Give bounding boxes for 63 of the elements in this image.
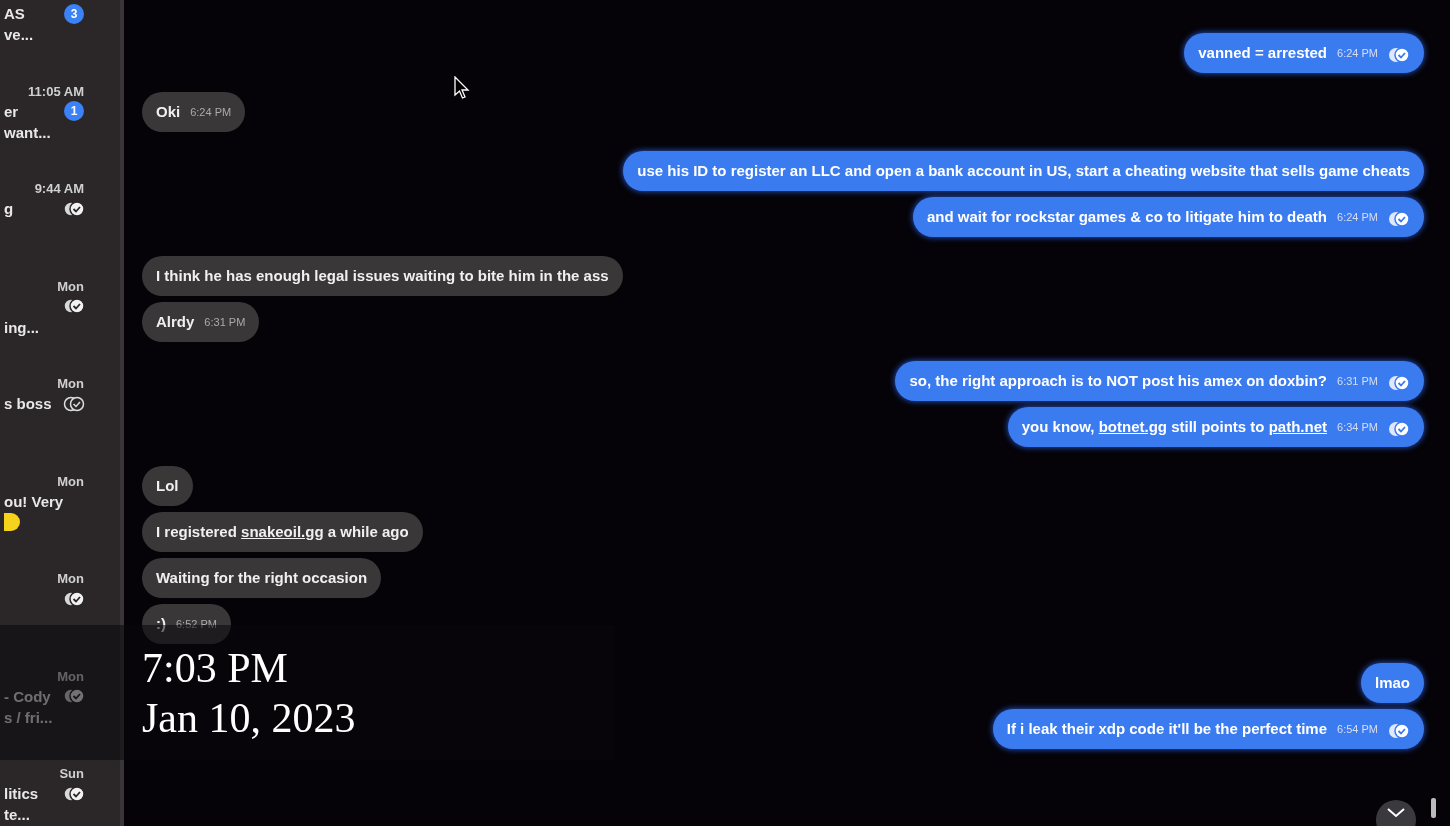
message-preview: s boss: [4, 395, 52, 412]
conversation-time: 9:44 AM: [34, 181, 84, 196]
conversation-item[interactable]: Mon ou! Very: [0, 463, 120, 561]
conversation-item[interactable]: Sun litics te...: [0, 756, 120, 826]
message-text: lmao: [1375, 674, 1410, 691]
unread-badge: 1: [64, 101, 84, 121]
message-time: 6:24 PM: [190, 105, 232, 120]
conversation-item[interactable]: 9:44 AM g: [0, 171, 120, 269]
conversation-time: Mon: [57, 571, 84, 586]
conversation-item[interactable]: Mon - Cody s / fri...: [0, 658, 120, 756]
message-preview: AS: [4, 5, 25, 22]
message-text: and wait for rockstar games & co to litigate him to death: [926, 208, 1328, 225]
message-preview: er: [4, 102, 19, 120]
conversation-time: 11:05 AM: [28, 83, 84, 99]
message-preview: ing...: [4, 318, 39, 336]
message-time: 6:52 PM: [176, 617, 217, 632]
message-text: I think he has enough legal issues waiting to bite him in the ass: [156, 267, 609, 284]
message-text: Waiting for the right occasion: [156, 569, 368, 586]
conversation-item[interactable]: Mon: [0, 561, 120, 659]
conversation-time: Sun: [59, 766, 84, 781]
message-link[interactable]: botnet.gg: [1098, 418, 1167, 435]
mouse-pointer-icon: [454, 76, 470, 100]
message-text: Oki: [156, 103, 181, 120]
message-text: so, the right approach is to NOT post his amex on doxbin?: [909, 372, 1328, 389]
conversation-item[interactable]: AS 3 ve...: [0, 0, 120, 74]
message-time: 6:54 PM: [1337, 722, 1378, 737]
message-text: :): [156, 615, 166, 632]
message-preview: ou! Very: [4, 492, 64, 510]
message-preview: te...: [4, 806, 30, 823]
message-preview: litics: [4, 785, 39, 802]
overlay-time: 7:03 PM: [142, 643, 289, 693]
message-text: Alrdy: [156, 313, 195, 330]
conversation-item[interactable]: 11:05 AM er 1 want...: [0, 73, 120, 171]
message-preview: s / fri...: [4, 708, 53, 726]
overlay-date: Jan 10, 2023: [142, 693, 357, 743]
message-time: 6:31 PM: [1337, 374, 1378, 389]
conversation-time: Mon: [57, 376, 84, 391]
message-text: I registered: [156, 523, 238, 540]
conversation-time: Mon: [57, 278, 84, 294]
conversation-item[interactable]: Mon s boss: [0, 366, 120, 464]
message-text: still points to: [1170, 418, 1266, 435]
message-text: use his ID to register an LLC and open a bank account in US, start a cheating website that sells game cheats: [637, 162, 1410, 179]
message-link[interactable]: path.net: [1268, 418, 1328, 435]
conversation-time: Mon: [57, 473, 84, 489]
message-text: you know,: [1021, 418, 1096, 435]
message-preview: want...: [4, 123, 51, 141]
message-preview: - Cody: [4, 687, 51, 705]
unread-badge: 3: [64, 3, 84, 24]
message-text: vanned = arrested: [1198, 44, 1328, 61]
message-text: Lol: [156, 477, 179, 494]
message-preview: ve...: [4, 26, 34, 43]
message-time: 6:24 PM: [1337, 210, 1378, 225]
message-text: If i leak their xdp code it'll be the perfect time: [1006, 720, 1328, 737]
message-preview: g: [4, 200, 14, 217]
message-time: 6:24 PM: [1337, 46, 1378, 61]
scrollbar-thumb[interactable]: [1431, 798, 1436, 818]
conversation-item[interactable]: Mon ing...: [0, 268, 120, 366]
chevron-down-icon: [1387, 808, 1405, 818]
message-time: 6:34 PM: [1337, 420, 1378, 435]
conversation-time: Mon: [57, 668, 84, 684]
message-link[interactable]: snakeoil.gg: [241, 523, 324, 540]
message-time: 6:31 PM: [204, 315, 246, 330]
message-text: a while ago: [326, 523, 409, 540]
